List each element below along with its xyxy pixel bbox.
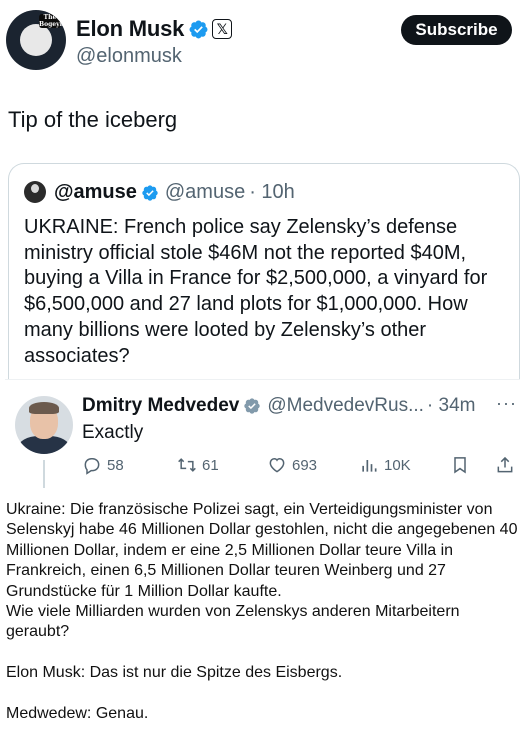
avatar-logo: The Bogeyman xyxy=(39,14,66,28)
author-handle[interactable]: @elonmusk xyxy=(76,45,182,68)
reply-icon xyxy=(84,458,100,475)
reply-timestamp[interactable]: · 34m xyxy=(427,395,476,417)
quoted-tweet[interactable]: @amuse @amuse · 10h UKRAINE: French poli… xyxy=(8,163,520,383)
repost-count: 61 xyxy=(202,456,219,474)
reply-count: 58 xyxy=(107,456,124,474)
repost-icon xyxy=(178,458,196,472)
translation-caption: Ukraine: Die französische Polizei sagt, … xyxy=(6,500,521,724)
like-icon xyxy=(269,457,285,473)
thread-line xyxy=(43,460,45,488)
share-icon xyxy=(497,456,513,473)
author-name[interactable]: Elon Musk xyxy=(76,16,184,42)
caption-paragraph: Wie viele Milliarden wurden von Zelensky… xyxy=(6,603,460,641)
medvedev-avatar[interactable] xyxy=(15,396,73,454)
like-count: 693 xyxy=(292,456,318,474)
elon-avatar[interactable]: The Bogeyman xyxy=(6,10,66,70)
avatar-hair xyxy=(29,402,59,414)
reply-header: Dmitry Medvedev @MedvedevRus... · 34m xyxy=(82,395,476,417)
quote-author-name[interactable]: @amuse xyxy=(54,181,137,204)
quote-header: @amuse @amuse · 10h xyxy=(54,181,295,204)
reply-author-name[interactable]: Dmitry Medvedev xyxy=(82,395,239,417)
quote-timestamp[interactable]: · 10h xyxy=(249,181,295,204)
reply-action[interactable]: 58 xyxy=(82,454,124,476)
share-action[interactable] xyxy=(495,454,520,476)
reply-tweet[interactable]: Dmitry Medvedev @MedvedevRus... · 34m ··… xyxy=(5,380,520,488)
main-tweet: The Bogeyman Elon Musk 𝕏 @elonmusk Subsc… xyxy=(0,0,525,383)
quote-handle[interactable]: @amuse xyxy=(165,181,245,204)
more-icon[interactable]: ··· xyxy=(496,393,517,414)
repost-action[interactable]: 61 xyxy=(177,454,219,476)
caption-paragraph: Ukraine: Die französische Polizei sagt, … xyxy=(6,501,518,600)
like-action[interactable]: 693 xyxy=(267,454,317,476)
quote-avatar[interactable] xyxy=(24,181,46,203)
tweet-text: Tip of the iceberg xyxy=(8,107,178,132)
caption-paragraph: Elon Musk: Das ist nur die Spitze des Ei… xyxy=(6,664,343,682)
reply-text: Exactly xyxy=(82,422,144,443)
caption-gap xyxy=(6,684,521,704)
verified-badge-icon xyxy=(189,20,208,38)
caption-paragraph: Medwedew: Genau. xyxy=(6,705,149,723)
x-logo-icon: 𝕏 xyxy=(212,19,233,39)
caption-gap xyxy=(6,643,521,663)
reply-handle[interactable]: @MedvedevRus... xyxy=(267,395,424,417)
quote-text: UKRAINE: French police say Zelensky’s de… xyxy=(24,216,488,367)
verified-badge-icon xyxy=(244,398,261,414)
author-row: Elon Musk 𝕏 xyxy=(76,16,233,42)
verified-badge-icon xyxy=(142,184,158,201)
subscribe-button[interactable]: Subscribe xyxy=(401,15,512,45)
views-icon xyxy=(362,460,377,472)
action-bar: 58 61 693 10K xyxy=(82,454,517,476)
views-count: 10K xyxy=(384,456,411,474)
views-action[interactable]: 10K xyxy=(359,454,411,476)
avatar-figure xyxy=(20,24,52,56)
bookmark-action[interactable] xyxy=(450,454,475,476)
bookmark-icon xyxy=(454,457,466,474)
